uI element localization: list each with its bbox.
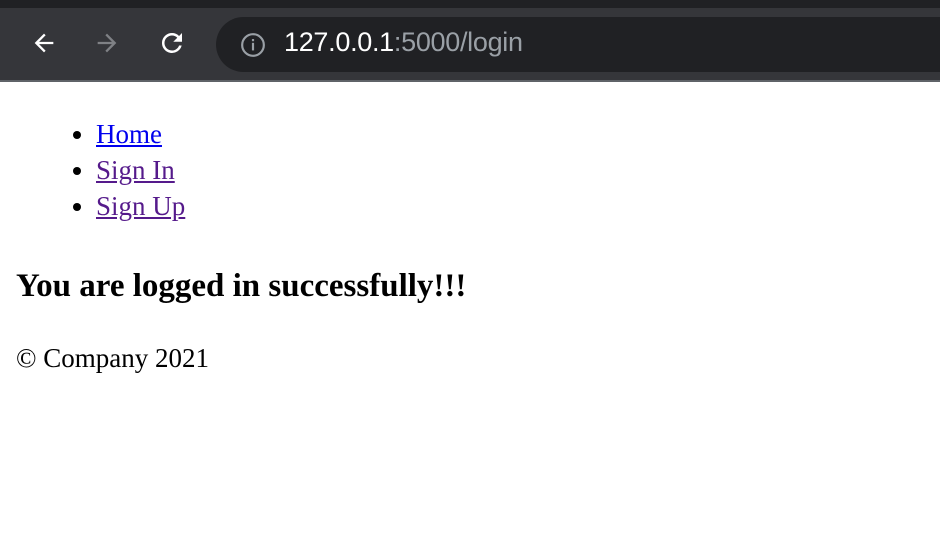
nav-item-sign-in: Sign In [96, 152, 924, 188]
reload-button[interactable] [155, 26, 189, 60]
forward-button[interactable] [90, 26, 124, 60]
page-content: Home Sign In Sign Up You are logged in s… [0, 116, 940, 376]
home-link[interactable]: Home [96, 119, 162, 149]
back-button[interactable] [27, 26, 61, 60]
nav-list: Home Sign In Sign Up [16, 116, 924, 224]
nav-item-home: Home [96, 116, 924, 152]
back-arrow-icon [34, 33, 54, 53]
address-bar[interactable]: 127.0.0.1:5000/login [216, 17, 940, 72]
url-path: :5000/login [393, 27, 523, 57]
browser-toolbar: 127.0.0.1:5000/login [0, 0, 940, 82]
info-icon[interactable] [240, 32, 266, 58]
forward-arrow-icon [97, 33, 117, 53]
tab-strip [0, 0, 940, 8]
sign-up-link[interactable]: Sign Up [96, 191, 185, 221]
url-host: 127.0.0.1 [284, 27, 394, 57]
footer-copyright: © Company 2021 [16, 343, 210, 373]
url-text[interactable]: 127.0.0.1:5000/login [284, 27, 523, 58]
nav-item-sign-up: Sign Up [96, 188, 924, 224]
sign-in-link[interactable]: Sign In [96, 155, 175, 185]
success-message: You are logged in successfully!!! [16, 268, 467, 304]
reload-icon [161, 32, 182, 53]
